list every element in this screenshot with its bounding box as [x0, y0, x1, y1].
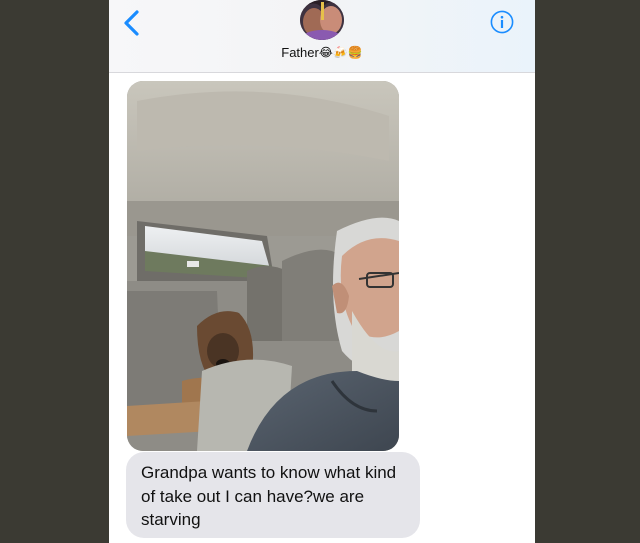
messages-screen: Father😂🍻🍔 Grandpa wants to know what kin… [109, 0, 535, 543]
message-photo [127, 81, 399, 451]
avatar[interactable] [300, 0, 344, 40]
message-text: Grandpa wants to know what kind of take … [141, 463, 397, 529]
contact-name: Father [281, 45, 319, 61]
contact-name-row[interactable]: Father😂🍻🍔 [109, 44, 535, 60]
back-button[interactable] [119, 8, 145, 38]
photo-message[interactable] [127, 81, 399, 451]
text-message-bubble[interactable]: Grandpa wants to know what kind of take … [126, 452, 420, 538]
chevron-left-icon [124, 10, 139, 36]
conversation-header: Father😂🍻🍔 [109, 0, 535, 73]
info-circle-icon [490, 10, 514, 34]
info-button[interactable] [490, 10, 514, 34]
contact-emoji: 😂🍻🍔 [318, 45, 363, 60]
